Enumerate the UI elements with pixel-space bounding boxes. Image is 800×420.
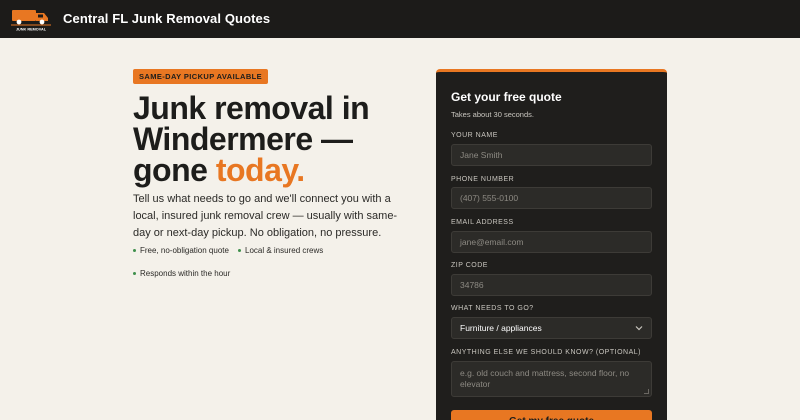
phone-input[interactable]: (407) 555-0100 [451,187,652,209]
benefit-item: Responds within the hour [133,269,230,278]
top-bar: JUNK REMOVAL Central FL Junk Removal Quo… [0,0,800,38]
benefit-item: Local & insured crews [238,246,323,255]
benefit-label: Free, no-obligation quote [140,246,229,255]
name-input[interactable]: Jane Smith [451,144,652,166]
items-selected-value: Furniture / appliances [460,323,542,333]
notes-label: ANYTHING ELSE WE SHOULD KNOW? (OPTIONAL) [451,349,641,356]
email-label: EMAIL ADDRESS [451,219,514,226]
benefit-label: Local & insured crews [245,246,324,255]
bullet-dot-icon [133,249,136,252]
submit-button[interactable]: Get my free quote [451,410,652,420]
brand-title[interactable]: Central FL Junk Removal Quotes [63,11,270,26]
items-label: WHAT NEEDS TO GO? [451,305,534,312]
hero-description: Tell us what needs to go and we'll conne… [133,193,398,239]
form-title: Get your free quote [451,90,562,104]
zip-input[interactable]: 34786 [451,274,652,296]
phone-label: PHONE NUMBER [451,176,515,183]
form-subtitle: Takes about 30 seconds. [451,110,534,119]
notes-placeholder: e.g. old couch and mattress, second floo… [460,368,630,389]
zip-label: ZIP CODE [451,262,488,269]
same-day-badge: SAME-DAY PICKUP AVAILABLE [133,69,269,84]
headline-line-3: gone [133,152,216,188]
benefit-item: Free, no-obligation quote [133,246,229,255]
benefit-label: Responds within the hour [140,269,231,278]
headline-accent: today. [215,152,305,188]
items-select[interactable]: Furniture / appliances [451,317,652,339]
name-label: YOUR NAME [451,132,498,139]
logo-text: JUNK REMOVAL [16,28,47,32]
resize-handle-icon[interactable] [644,389,649,394]
hero-headline: Junk removal in Windermere — gone today. [133,92,433,188]
quote-form: Get your free quote Takes about 30 secon… [436,69,667,420]
bullet-dot-icon [133,272,136,275]
bullet-dot-icon [238,249,241,252]
truck-icon[interactable]: JUNK REMOVAL [10,4,58,32]
notes-textarea[interactable]: e.g. old couch and mattress, second floo… [451,361,652,397]
email-input[interactable]: jane@email.com [451,231,652,253]
chevron-down-icon [635,326,643,331]
